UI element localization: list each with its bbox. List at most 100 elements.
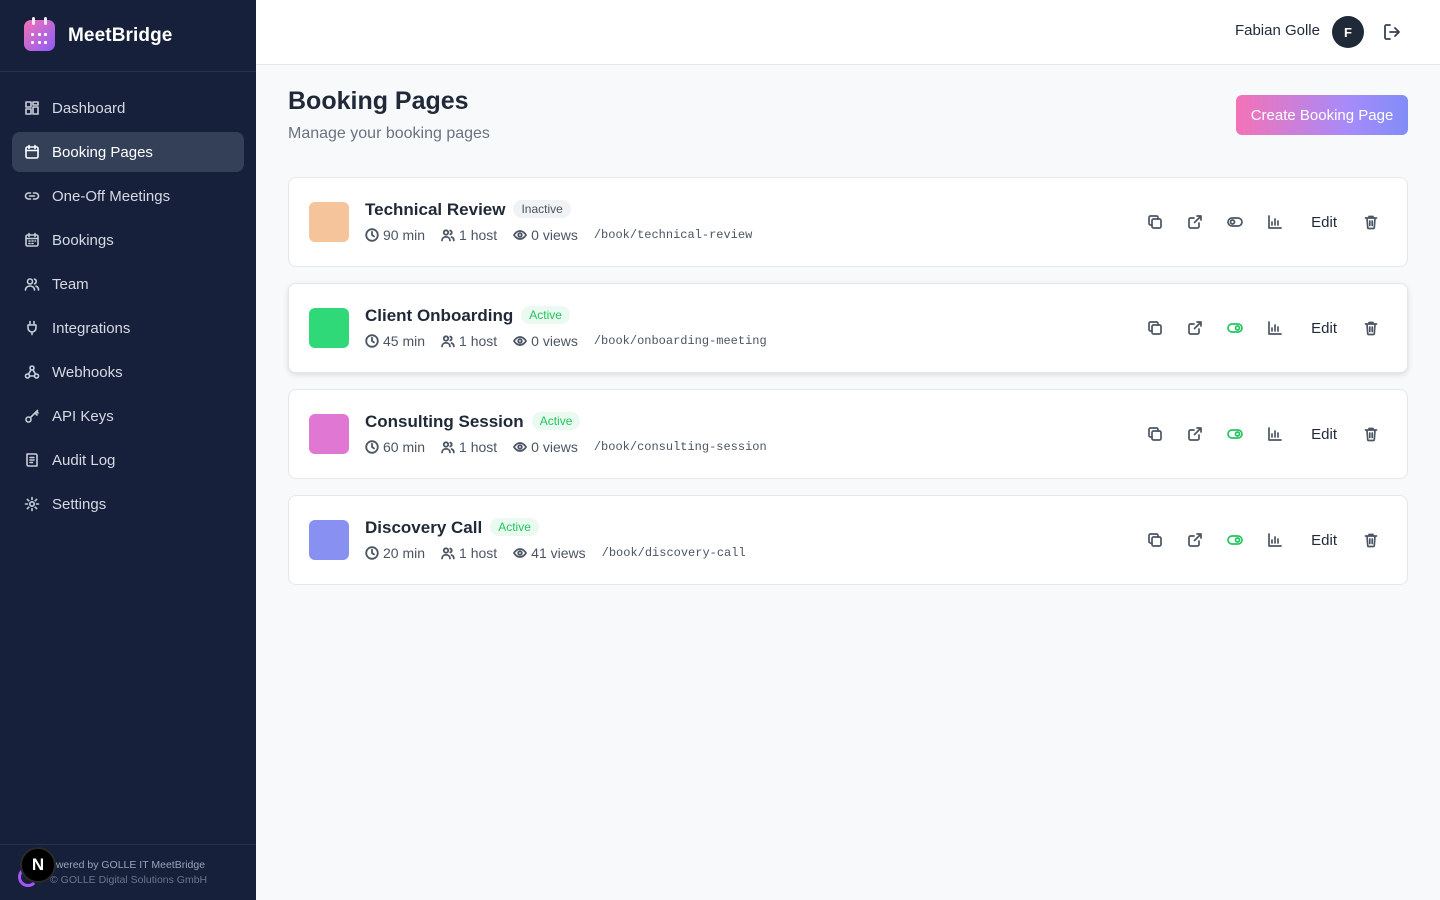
booking-page-title[interactable]: Client Onboarding Active [365,306,570,326]
edit-button[interactable]: Edit [1311,426,1337,443]
bar-chart-icon [1268,427,1282,441]
copy-link-button[interactable] [1143,422,1167,446]
eye-icon [513,336,528,346]
delete-button[interactable] [1359,422,1383,446]
open-external-button[interactable] [1183,528,1207,552]
sidebar-item-one-off-meetings[interactable]: One-Off Meetings [12,176,244,216]
nextjs-dev-badge[interactable]: N [20,847,56,883]
copyright-text: © GOLLE Digital Solutions GmbH [50,874,208,886]
booking-page-title[interactable]: Consulting Session Active [365,412,581,432]
calendar-logo-icon [24,17,55,51]
booking-page-title[interactable]: Technical Review Inactive [365,200,571,220]
sidebar-item-label: Booking Pages [52,143,153,161]
sidebar-item-label: One-Off Meetings [52,187,171,205]
views: 41 views [513,545,586,561]
toggle-icon [1227,535,1243,545]
sidebar-item-integrations[interactable]: Integrations [12,308,244,348]
hosts: 1 host [441,333,497,349]
booking-page-card: Discovery Call Active 20 min 1 host 41 vi… [288,495,1408,585]
copy-link-button[interactable] [1143,528,1167,552]
booking-page-name: Client Onboarding [365,306,514,325]
color-swatch [309,414,349,454]
sidebar-item-bookings[interactable]: Bookings [12,220,244,260]
sidebar: MeetBridge Dashboard Booking Pages One-O… [0,0,256,900]
edit-button[interactable]: Edit [1311,214,1337,231]
users-icon [441,335,455,348]
open-external-button[interactable] [1183,422,1207,446]
sidebar-item-team[interactable]: Team [12,264,244,304]
booking-page-name: Consulting Session [365,412,524,431]
booking-page-card: Consulting Session Active 60 min 1 host 0… [288,389,1408,479]
eye-icon [513,230,528,240]
clock-icon [365,546,379,560]
booking-page-slug: /book/technical-review [593,228,753,242]
copy-icon [1148,427,1162,441]
booking-page-title[interactable]: Discovery Call Active [365,518,539,538]
sidebar-item-label: API Keys [52,407,114,425]
trash-icon [1364,533,1378,548]
avatar[interactable]: F [1332,16,1364,48]
trash-icon [1364,215,1378,230]
toggle-icon [1227,323,1243,333]
booking-page-slug: /book/discovery-call [601,546,746,560]
sidebar-item-settings[interactable]: Settings [12,484,244,524]
logout-icon [1384,24,1400,40]
toggle-active-button[interactable] [1223,528,1247,552]
delete-button[interactable] [1359,210,1383,234]
color-swatch [309,520,349,560]
booking-pages-list: Technical Review Inactive 90 min 1 host 0… [288,177,1408,601]
create-booking-page-button[interactable]: Create Booking Page [1236,95,1408,135]
booking-page-name: Discovery Call [365,518,483,537]
views-text: 0 views [531,227,578,243]
booking-page-meta: 45 min 1 host 0 views /book/onboarding-m… [365,333,767,349]
duration: 20 min [365,545,425,561]
bar-chart-icon [1268,533,1282,547]
logout-button[interactable] [1382,22,1402,42]
sidebar-item-dashboard[interactable]: Dashboard [12,88,244,128]
copy-icon [1148,215,1162,229]
sidebar-item-label: Webhooks [52,363,123,381]
views: 0 views [513,227,578,243]
trash-icon [1364,427,1378,442]
toggle-active-button[interactable] [1223,316,1247,340]
sidebar-item-webhooks[interactable]: Webhooks [12,352,244,392]
sidebar-item-booking-pages[interactable]: Booking Pages [12,132,244,172]
hosts: 1 host [441,545,497,561]
edit-button[interactable]: Edit [1311,532,1337,549]
card-actions: Edit [1127,422,1383,446]
toggle-active-button[interactable] [1223,210,1247,234]
open-external-button[interactable] [1183,316,1207,340]
sidebar-item-api-keys[interactable]: API Keys [12,396,244,436]
toggle-active-button[interactable] [1223,422,1247,446]
external-link-icon [1188,533,1202,547]
copy-link-button[interactable] [1143,316,1167,340]
open-external-button[interactable] [1183,210,1207,234]
edit-button[interactable]: Edit [1311,320,1337,337]
duration: 60 min [365,439,425,455]
brand[interactable]: MeetBridge [0,0,256,72]
analytics-button[interactable] [1263,210,1287,234]
sidebar-item-audit-log[interactable]: Audit Log [12,440,244,480]
card-actions: Edit [1127,316,1383,340]
calendar-grid-icon [25,232,39,247]
powered-by-text: owered by GOLLE IT MeetBridge [50,859,206,871]
delete-button[interactable] [1359,316,1383,340]
booking-page-meta: 60 min 1 host 0 views /book/consulting-s… [365,439,767,455]
analytics-button[interactable] [1263,316,1287,340]
clock-icon [365,228,379,242]
delete-button[interactable] [1359,528,1383,552]
card-actions: Edit [1127,210,1383,234]
webhook-icon [24,365,40,379]
duration: 45 min [365,333,425,349]
copy-link-button[interactable] [1143,210,1167,234]
external-link-icon [1188,427,1202,441]
users-icon [441,547,455,560]
booking-page-slug: /book/onboarding-meeting [593,334,767,348]
trash-icon [1364,321,1378,336]
hosts-text: 1 host [459,439,498,455]
users-icon [24,278,40,291]
hosts: 1 host [441,227,497,243]
analytics-button[interactable] [1263,528,1287,552]
page-title: Booking Pages [288,87,469,115]
analytics-button[interactable] [1263,422,1287,446]
